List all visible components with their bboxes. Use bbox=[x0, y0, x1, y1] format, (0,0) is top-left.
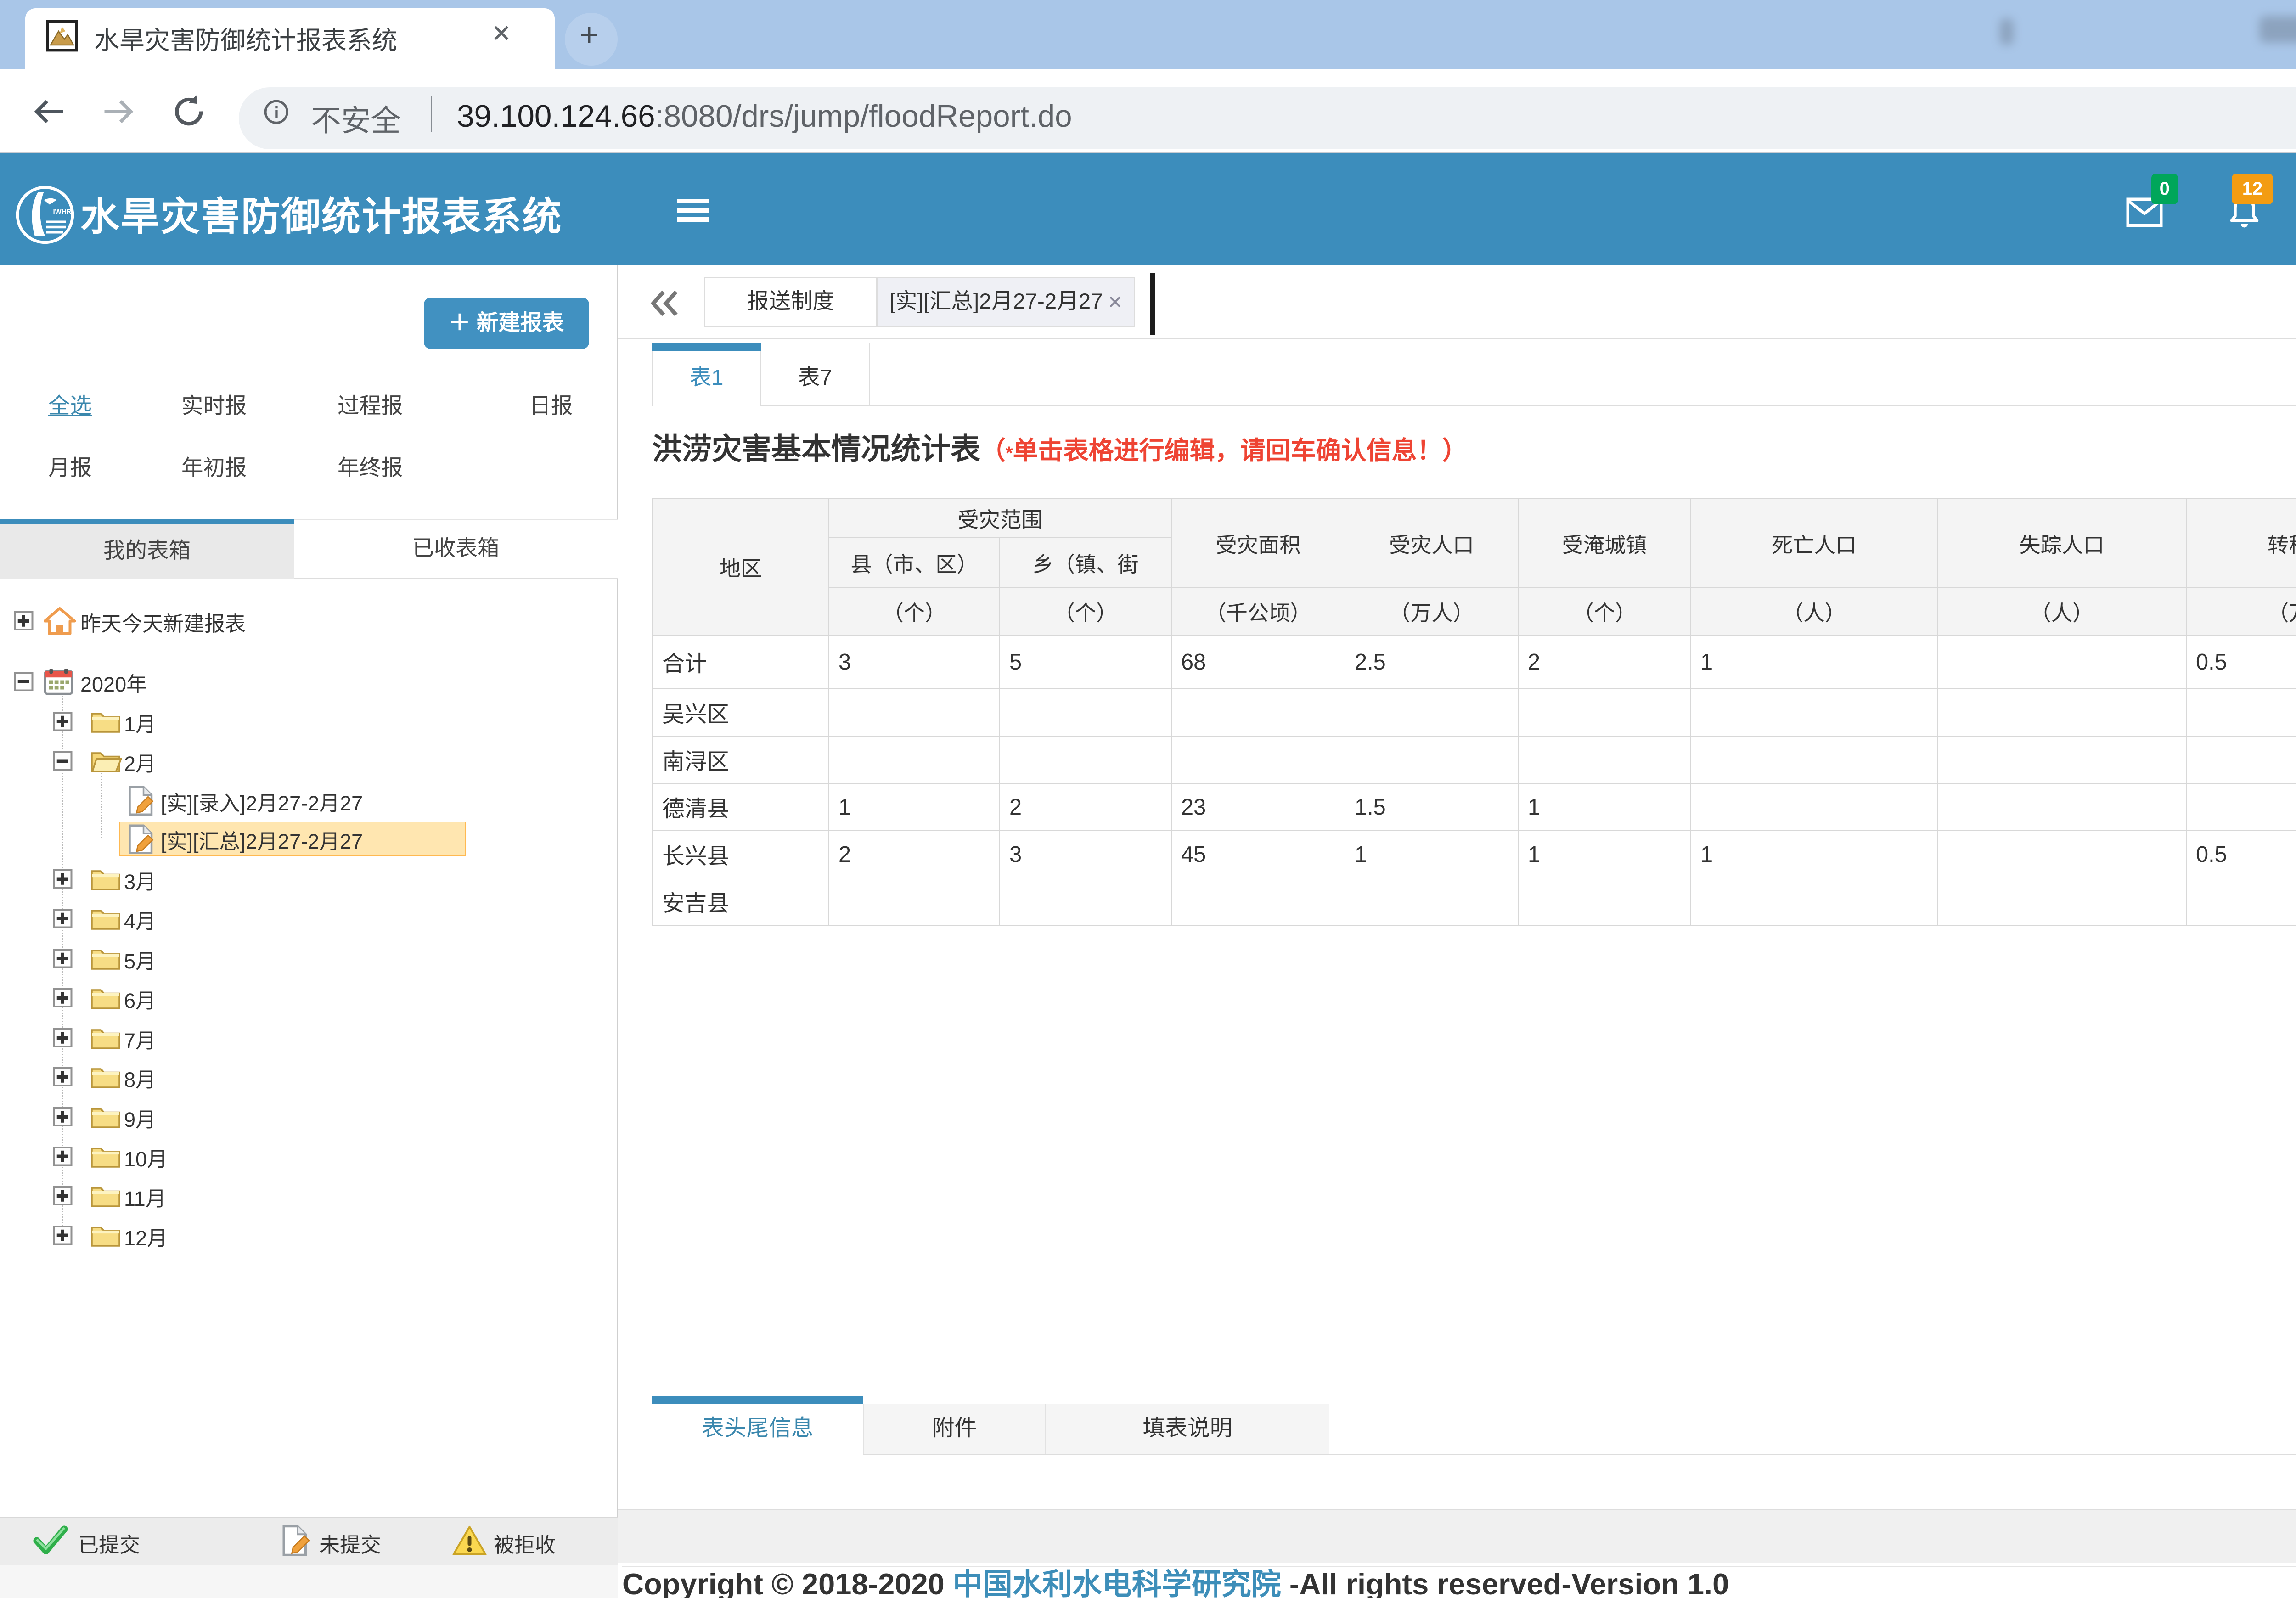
svg-text:IWHR: IWHR bbox=[53, 208, 71, 215]
